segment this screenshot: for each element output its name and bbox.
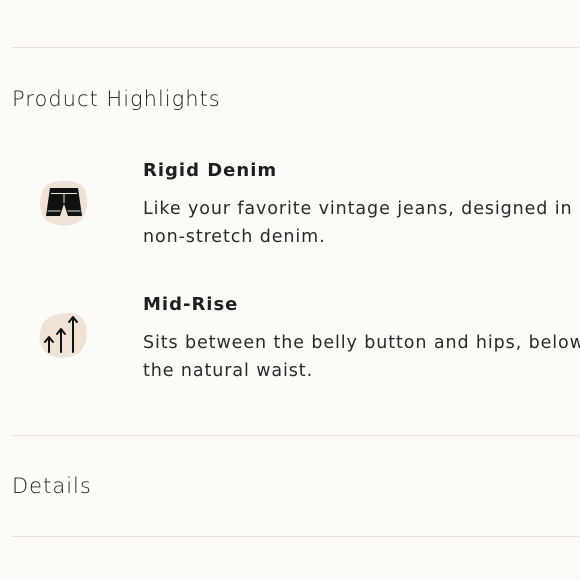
highlight-desc-line: Like your favorite vintage jeans, design… — [143, 199, 573, 219]
product-highlights-heading[interactable]: Product Highlights — [12, 87, 221, 111]
highlight-desc-line: the natural waist. — [143, 361, 314, 381]
divider-bottom — [12, 536, 580, 537]
divider-middle — [12, 435, 580, 436]
highlight-desc-rigid-denim: Like your favorite vintage jeans, design… — [143, 195, 580, 251]
denim-shorts-icon — [36, 174, 92, 230]
highlight-title-mid-rise: Mid-Rise — [143, 294, 239, 315]
highlight-desc-line: Sits between the belly button and hips, … — [143, 333, 580, 353]
details-heading[interactable]: Details — [12, 474, 92, 498]
divider-top — [12, 47, 580, 48]
highlight-desc-line: non-stretch denim. — [143, 227, 326, 247]
highlight-title-rigid-denim: Rigid Denim — [143, 160, 278, 181]
highlight-desc-mid-rise: Sits between the belly button and hips, … — [143, 329, 580, 385]
rise-arrows-icon — [36, 306, 92, 362]
